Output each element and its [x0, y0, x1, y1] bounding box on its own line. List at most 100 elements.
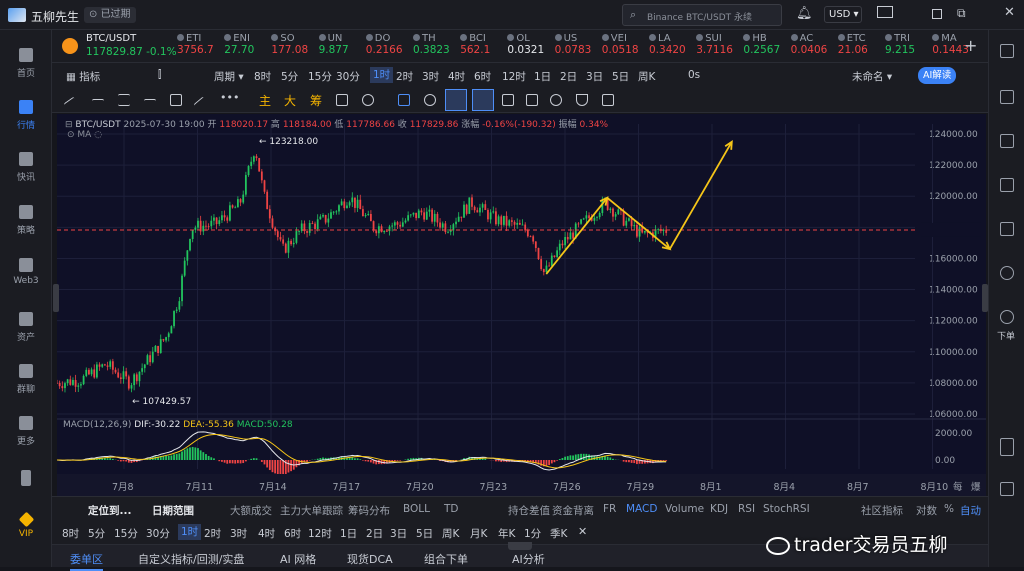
interval-6[interactable]: 3时: [422, 69, 439, 84]
ticker-item[interactable]: AC0.0406: [791, 33, 837, 56]
interval-4[interactable]: 1时: [370, 67, 393, 83]
interval-11[interactable]: 2日: [560, 69, 577, 84]
interval-12[interactable]: 3日: [586, 69, 603, 84]
order-icon[interactable]: [1000, 310, 1014, 324]
period-button[interactable]: 周期 ▾: [214, 69, 244, 84]
edit-icon[interactable]: [526, 94, 538, 106]
nav-home[interactable]: 首页: [0, 48, 52, 79]
bottom-interval-7[interactable]: 4时: [258, 526, 275, 541]
more-dots-icon[interactable]: •••: [220, 91, 239, 104]
bottom-interval-1[interactable]: 5分: [88, 526, 105, 541]
indicator-13[interactable]: 社区指标: [861, 503, 903, 518]
indicator-3[interactable]: BOLL: [403, 503, 430, 515]
trendline-tool-icon[interactable]: [64, 97, 81, 114]
nav-assets[interactable]: 资产: [0, 312, 52, 343]
interval-7[interactable]: 4时: [448, 69, 465, 84]
indicator-12[interactable]: StochRSI: [763, 503, 810, 515]
close-interval-bar-icon[interactable]: ✕: [578, 525, 587, 538]
ma-legend[interactable]: ⊙ MA ◌: [67, 130, 102, 140]
indicator-6[interactable]: 资金背离: [552, 503, 594, 518]
tab-5[interactable]: AI分析: [512, 551, 545, 567]
indicator-15[interactable]: %: [944, 503, 954, 515]
ticker-item[interactable]: DO0.2166: [366, 33, 412, 56]
expired-badge[interactable]: ⊙ 已过期: [84, 7, 136, 23]
copy-icon[interactable]: [336, 94, 348, 106]
interval-5[interactable]: 2时: [396, 69, 413, 84]
bottom-interval-3[interactable]: 30分: [146, 526, 170, 541]
filter-icon[interactable]: [576, 94, 588, 106]
chip-button[interactable]: 筹: [310, 92, 322, 109]
interval-0[interactable]: 8时: [254, 69, 271, 84]
compare-icon[interactable]: [472, 89, 494, 111]
ticker-item[interactable]: LA0.3420: [649, 33, 695, 56]
indicator-10[interactable]: KDJ: [710, 503, 728, 515]
nav-web3[interactable]: Web3: [0, 258, 52, 286]
candle-button[interactable]: ⫿: [158, 69, 161, 82]
nav-vip[interactable]: VIP: [0, 514, 52, 539]
bottom-interval-6[interactable]: 3时: [230, 526, 247, 541]
bell-icon[interactable]: 🔔︎: [796, 6, 813, 21]
bottom-interval-5[interactable]: 2时: [204, 526, 221, 541]
big-order-button[interactable]: 大: [284, 92, 296, 109]
magnet-icon[interactable]: [550, 94, 562, 106]
bottom-interval-12[interactable]: 3日: [390, 526, 407, 541]
ticker-item[interactable]: UN9.877: [319, 33, 365, 56]
pen-tool-icon[interactable]: [194, 97, 211, 114]
tab-4[interactable]: 组合下单: [424, 551, 468, 567]
nav-strategy[interactable]: 策略: [0, 205, 52, 236]
date-range-button[interactable]: 日期范围: [152, 503, 194, 518]
mail-icon[interactable]: [877, 6, 893, 18]
rect-tool-icon[interactable]: [170, 94, 182, 106]
bottom-interval-0[interactable]: 8时: [62, 526, 79, 541]
ticker-item[interactable]: TH0.3823: [413, 33, 459, 56]
bottom-interval-17[interactable]: 1分: [524, 526, 541, 541]
currency-select[interactable]: USD ▾: [824, 6, 862, 23]
tab-0[interactable]: 委单区: [70, 551, 103, 571]
interval-8[interactable]: 6时: [474, 69, 491, 84]
indicator-2[interactable]: 筹码分布: [348, 503, 390, 518]
main-indicator-button[interactable]: 主: [259, 92, 271, 109]
draw-lock-icon[interactable]: [445, 89, 467, 111]
orderbook-icon[interactable]: [1000, 44, 1014, 58]
goto-button[interactable]: 定位到...: [88, 503, 131, 518]
link-icon[interactable]: [424, 94, 436, 106]
ticker-item[interactable]: TRI9.215: [885, 33, 931, 56]
ray-tool-icon[interactable]: [144, 99, 156, 111]
interval-10[interactable]: 1日: [534, 69, 551, 84]
nav-news[interactable]: 快讯: [0, 152, 52, 183]
tab-1[interactable]: 自定义指标/回测/实盘: [138, 551, 244, 567]
indicator-button[interactable]: ▦ 指标: [66, 69, 100, 84]
restore-icon[interactable]: ⧉: [957, 6, 966, 21]
close-icon[interactable]: ✕: [1004, 5, 1015, 20]
bottom-interval-8[interactable]: 6时: [284, 526, 301, 541]
ticker-item[interactable]: OL0.0321: [507, 33, 553, 56]
trash-icon[interactable]: [602, 94, 614, 106]
portfolio-icon[interactable]: [1000, 222, 1014, 236]
ticker-item[interactable]: ENI27.70: [224, 33, 270, 56]
search-input[interactable]: ⌕ Binance BTC/USDT 永续: [622, 4, 782, 26]
tab-2[interactable]: AI 网格: [280, 551, 316, 567]
bottom-interval-10[interactable]: 1日: [340, 526, 357, 541]
nav-more[interactable]: 更多: [0, 416, 52, 447]
ticker-item[interactable]: ETI3756.7: [177, 33, 223, 56]
indicator-7[interactable]: FR: [603, 503, 616, 515]
interval-13[interactable]: 5日: [612, 69, 629, 84]
interval-2[interactable]: 15分: [308, 69, 332, 84]
calc-icon[interactable]: [1000, 482, 1014, 496]
channel-tool-icon[interactable]: [118, 94, 130, 106]
trend-icon[interactable]: [1000, 178, 1014, 192]
ticker-item[interactable]: VEI0.0518: [602, 33, 648, 56]
indicator-0[interactable]: 大额成交: [230, 503, 272, 518]
interval-9[interactable]: 12时: [502, 69, 526, 84]
bottom-interval-2[interactable]: 15分: [114, 526, 138, 541]
indicator-4[interactable]: TD: [444, 503, 459, 515]
bottom-interval-11[interactable]: 2日: [366, 526, 383, 541]
add-ticker-icon[interactable]: +: [964, 36, 977, 55]
indicator-11[interactable]: RSI: [738, 503, 755, 515]
ticker-item[interactable]: BCI562.1: [460, 33, 506, 56]
ai-interpret-button[interactable]: AI解读: [918, 67, 956, 84]
ticker-item[interactable]: SO177.08: [271, 33, 317, 56]
indicator-5[interactable]: 持仓差值: [508, 503, 550, 518]
interval-3[interactable]: 30分: [336, 69, 360, 84]
chart-scroll-left[interactable]: [53, 284, 59, 312]
